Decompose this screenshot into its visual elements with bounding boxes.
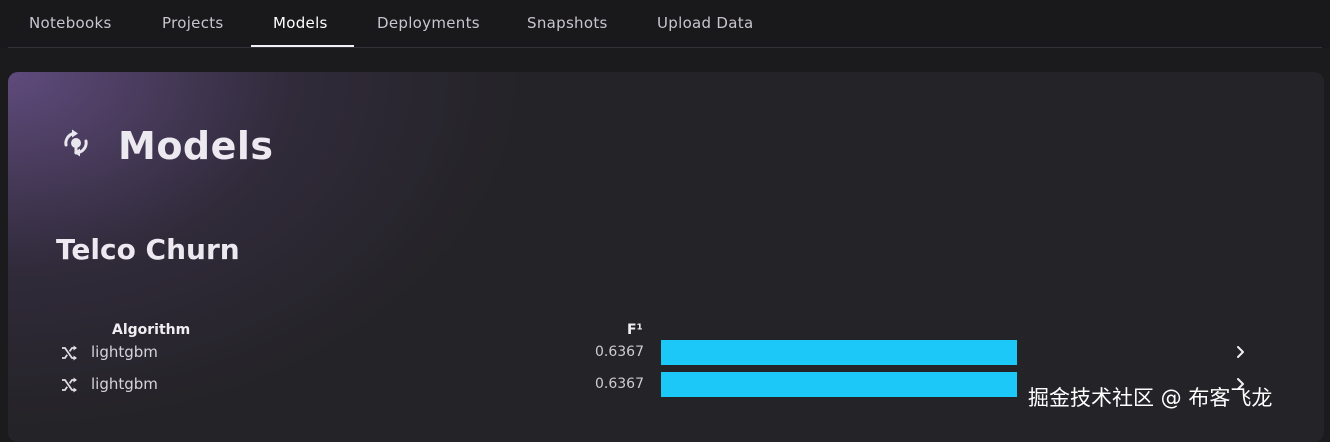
score-bar-track bbox=[661, 340, 1231, 365]
model-row[interactable]: lightgbm 0.6367 bbox=[0, 340, 1330, 365]
tab-deployments[interactable]: Deployments bbox=[377, 0, 480, 46]
score-bar bbox=[661, 372, 1017, 397]
tab-snapshots[interactable]: Snapshots bbox=[527, 0, 608, 46]
nav-divider bbox=[8, 47, 1322, 48]
shuffle-icon bbox=[62, 377, 77, 393]
shuffle-icon bbox=[62, 345, 77, 361]
tab-upload-data[interactable]: Upload Data bbox=[657, 0, 753, 46]
tab-projects[interactable]: Projects bbox=[162, 0, 224, 46]
score-value: 0.6367 bbox=[595, 344, 644, 360]
chevron-right-icon[interactable] bbox=[1233, 343, 1249, 361]
top-navigation: Notebooks Projects Models Deployments Sn… bbox=[0, 0, 1330, 48]
column-header-metric: F¹ bbox=[627, 322, 643, 338]
score-value: 0.6367 bbox=[595, 376, 644, 392]
column-header-algorithm: Algorithm bbox=[112, 322, 191, 338]
algorithm-name: lightgbm bbox=[91, 375, 158, 393]
models-cycle-icon bbox=[64, 129, 88, 157]
tab-models[interactable]: Models bbox=[273, 0, 328, 46]
page-title: Models bbox=[118, 124, 274, 168]
score-bar bbox=[661, 340, 1017, 365]
algorithm-name: lightgbm bbox=[91, 343, 158, 361]
project-title: Telco Churn bbox=[56, 233, 240, 266]
watermark: 掘金技术社区 @ 布客飞龙 bbox=[1028, 386, 1273, 410]
tab-notebooks[interactable]: Notebooks bbox=[29, 0, 112, 46]
